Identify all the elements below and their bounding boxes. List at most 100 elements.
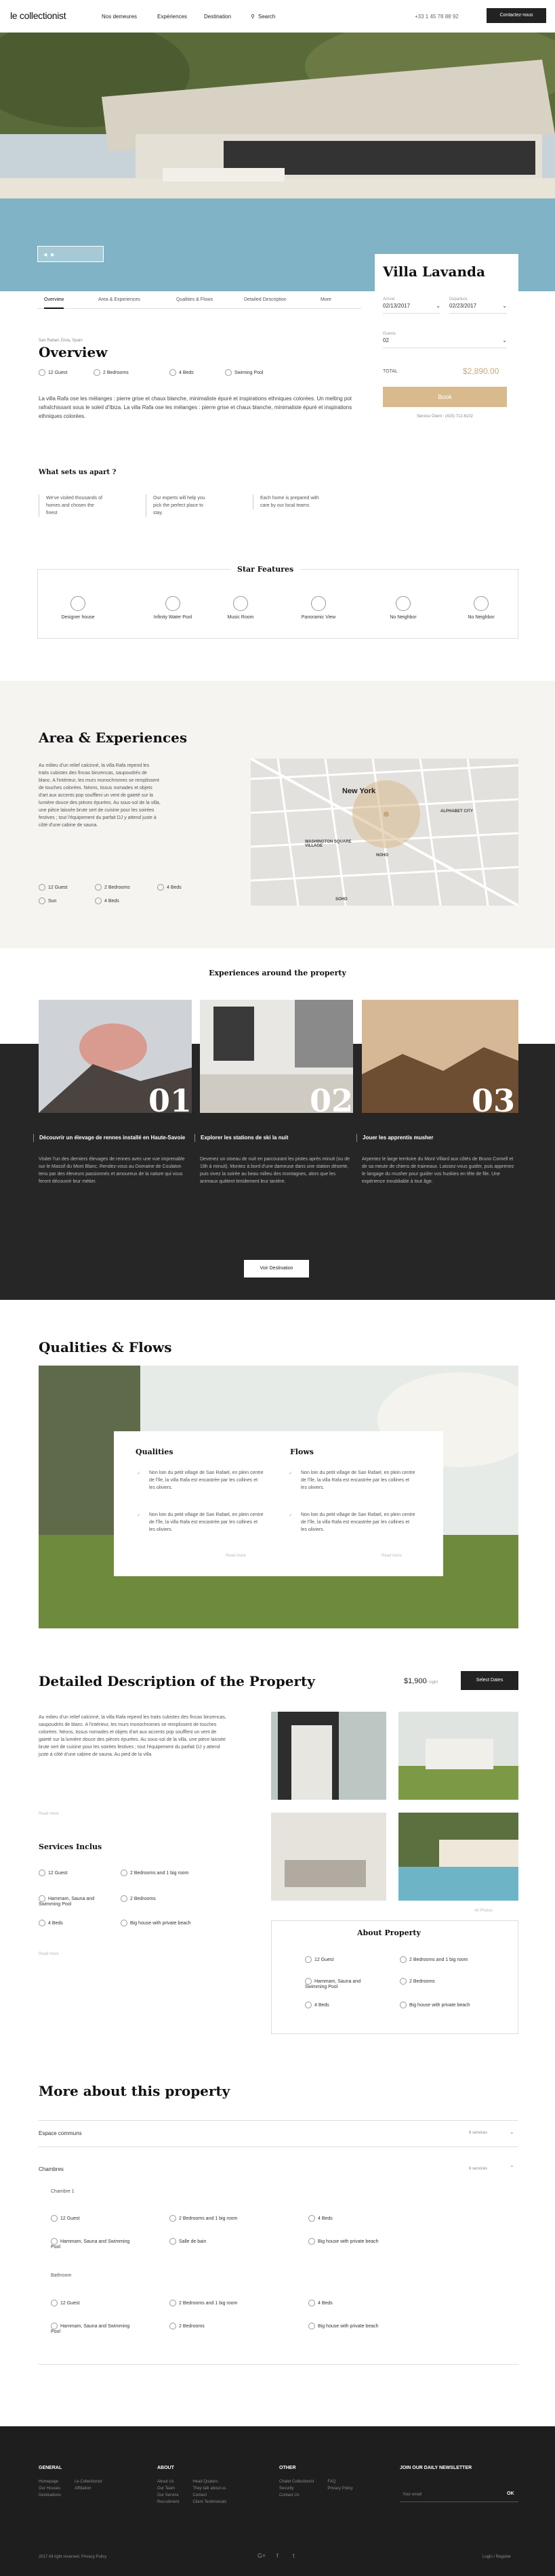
feature-icon [70, 596, 85, 611]
about-item: 2 Bedrooms and 1 big room [400, 1956, 474, 1963]
select-dates-button[interactable]: Select Dates [461, 1671, 518, 1690]
search-icon[interactable]: ⚲ [251, 14, 255, 20]
star-feature: Infinity Water Pool [146, 596, 200, 620]
nav-experiences[interactable]: Expériences [157, 14, 187, 20]
footer-link[interactable]: They talk about us [192, 2485, 226, 2492]
footer-link[interactable]: Our Houses [39, 2485, 61, 2492]
detail-photo-2[interactable] [398, 1712, 518, 1800]
bed-icon [157, 884, 164, 891]
service-item: 2 Bedrooms [121, 1895, 195, 1902]
room-amenity: Big house with private beach [308, 2323, 390, 2329]
detail-photo-4[interactable] [398, 1813, 518, 1901]
experience-title: Explorer les stations de ski la nuit [194, 1134, 353, 1142]
service-label: 4 Beds [48, 1920, 63, 1926]
about-label: 2 Bedrooms and 1 big room [409, 1957, 468, 1962]
footer-link[interactable]: Chalet Collectionist [279, 2478, 314, 2485]
location: San Rafael, Eivia, Spain [39, 339, 83, 343]
chevron-up-icon[interactable]: ⌃ [510, 2165, 514, 2171]
map-label: WASHINGTON SQUARE VILLAGE [305, 840, 352, 848]
about-item: 12 Guest [305, 1956, 379, 1963]
tab-overview[interactable]: Overview [44, 297, 64, 309]
booking-card: Villa Lavanda Arrival 02/13/2017 ⌄ Depar… [375, 254, 518, 437]
common-spaces-row[interactable]: Espace communs 6 services ⌄ [39, 2120, 518, 2147]
footer-link[interactable]: Homepage [39, 2478, 61, 2485]
experience-card[interactable]: 03 Jouer les apprentis musher Arpentez l… [356, 1084, 515, 1185]
feature-label: Designer house [61, 615, 95, 620]
footer-link[interactable]: Affiliation [75, 2485, 102, 2492]
room-icon [51, 2215, 58, 2222]
star-feature: Designer house [51, 596, 105, 620]
footer-link[interactable]: Destinations [39, 2492, 61, 2499]
tab-area[interactable]: Area & Experiences [98, 297, 140, 302]
footer-link[interactable]: Recruitment [157, 2499, 179, 2506]
footer-link[interactable]: FAQ [327, 2478, 352, 2485]
footer-link[interactable]: Privacy Policy [327, 2485, 352, 2492]
detail-photo-1[interactable] [271, 1712, 386, 1800]
guests-select[interactable]: 02 ⌄ [383, 337, 507, 348]
room-amenity-label: 2 Bedrooms [179, 2323, 205, 2329]
nav-houses[interactable]: Nos demeures [102, 14, 137, 20]
rooms-label[interactable]: Chambres [39, 2166, 64, 2172]
book-button[interactable]: Book [383, 387, 507, 407]
detail-read-more[interactable]: Read more [39, 1812, 59, 1816]
about-icon [305, 1978, 312, 1985]
experience-card[interactable]: 01 Découvrir un élevage de rennes instal… [33, 1084, 192, 1185]
room-icon [169, 2300, 176, 2306]
social-twitter-icon[interactable]: t [293, 2552, 295, 2559]
contact-button[interactable]: Contactez-nous [487, 8, 546, 23]
departure-field[interactable]: 02/23/2017 ⌄ [449, 303, 507, 314]
tab-qualities[interactable]: Qualities & Flows [176, 297, 213, 302]
logo[interactable]: le collectionist [10, 10, 66, 21]
social-facebook-icon[interactable]: f [276, 2552, 279, 2559]
service-item: 12 Guest [39, 1870, 113, 1876]
experience-text: Devenez un oiseau de nuit en parcourant … [200, 1157, 350, 1184]
room-icon [308, 2300, 315, 2306]
footer-link[interactable]: Our Team [157, 2485, 179, 2492]
footer-link[interactable]: Le Collectionist [75, 2478, 102, 2485]
guests-label: Guests [383, 332, 396, 336]
footer-link[interactable]: About Us [157, 2478, 179, 2485]
about-label: 4 Beds [314, 2002, 329, 2008]
about-label: Big house with private beach [409, 2002, 470, 2008]
services-title: Services Inclus [39, 1842, 102, 1851]
site-header: le collectionist Nos demeures Expérience… [0, 0, 555, 33]
nav-destination[interactable]: Destination [204, 14, 231, 20]
feature-label: No Neighbor [390, 615, 417, 620]
social-google-icon[interactable]: G+ [258, 2552, 266, 2559]
search-link[interactable]: Search [258, 14, 275, 20]
arrival-field[interactable]: 02/13/2017 ⌄ [383, 303, 440, 314]
all-photos-link[interactable]: All Photos [474, 1909, 493, 1913]
newsletter-email-input[interactable]: Your email OK [400, 2486, 518, 2502]
service-label: Hammam, Sauna and Swimming Pool [39, 1896, 95, 1907]
map[interactable]: New York ALPHABET CITY WASHINGTON SQUARE… [251, 759, 518, 906]
map-streets [251, 759, 518, 906]
view-destination-button[interactable]: Voir Destination [244, 1260, 309, 1278]
login-link[interactable]: Login / Register [482, 2554, 511, 2560]
newsletter-submit[interactable]: OK [507, 2491, 514, 2496]
footer-link[interactable]: Contact Us [279, 2492, 314, 2499]
flows-read-more[interactable]: Read more [382, 1554, 402, 1558]
star-features-title: Star Features [230, 565, 301, 574]
area-amenity: 4 Beds [157, 884, 182, 891]
rooms-count: 6 services [469, 2167, 488, 2171]
villa-title: Villa Lavanda [383, 263, 485, 280]
about-property-title: About Property [357, 1928, 421, 1937]
room-amenity-label: 4 Beds [318, 2300, 333, 2306]
room-amenity: 4 Beds [308, 2300, 390, 2306]
phone-number[interactable]: +33 1 45 78 88 92 [415, 14, 459, 20]
footer-link[interactable]: Security [279, 2485, 314, 2492]
footer-link[interactable]: Contact [192, 2492, 226, 2499]
footer-link[interactable]: Head Quaters [192, 2478, 226, 2485]
overview-title: Overview [39, 344, 108, 360]
experience-card[interactable]: 02 Explorer les stations de ski la nuit … [194, 1084, 353, 1185]
footer-column: GENERAL Homepage Our Houses Destinations Le … [39, 2466, 154, 2499]
footer-link[interactable]: Our Service [157, 2492, 179, 2499]
about-icon [305, 1956, 312, 1963]
tab-description[interactable]: Detailed Description [244, 297, 287, 302]
footer-link[interactable]: Client Testimonials [192, 2499, 226, 2506]
services-read-more[interactable]: Read more [39, 1952, 59, 1956]
tab-more[interactable]: More [321, 297, 331, 302]
gallery-control[interactable]: ◀ ▶ [37, 246, 104, 262]
qualities-read-more[interactable]: Read more [226, 1554, 246, 1558]
detail-photo-3[interactable] [271, 1813, 386, 1901]
